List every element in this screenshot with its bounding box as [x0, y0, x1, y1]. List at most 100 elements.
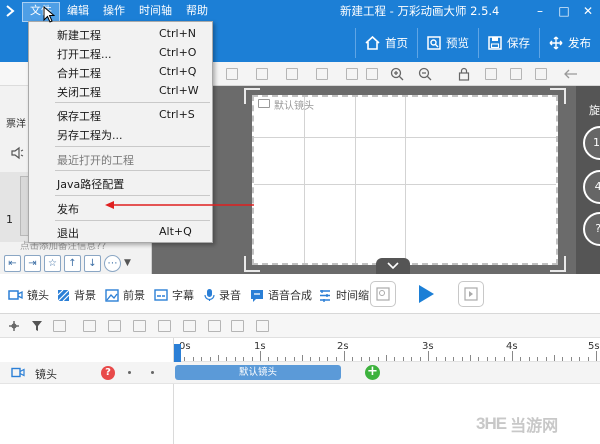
align-bottom-icon[interactable] [316, 68, 328, 80]
close-icon[interactable]: ✕ [576, 0, 600, 22]
background-icon [57, 289, 70, 301]
menu-item-shortcut: Ctrl+S [159, 108, 195, 121]
note-track-icon[interactable] [256, 320, 269, 332]
more-icon[interactable]: ⋯ [104, 254, 121, 272]
scroll-down-icon[interactable]: ▼ [124, 258, 131, 268]
align-top-icon[interactable] [256, 68, 268, 80]
stage-canvas[interactable]: 默认镜头 [152, 86, 600, 274]
prev-frame-icon [376, 287, 390, 301]
home-button[interactable]: 首页 [355, 28, 417, 58]
publish-label: 发布 [568, 36, 591, 50]
ruler-tick [486, 357, 488, 361]
menu-help[interactable]: 帮助 [179, 2, 215, 22]
element-speech-synthesis[interactable]: 语音合成 [250, 287, 312, 303]
paste-icon[interactable] [535, 68, 547, 80]
annotation-arrow [105, 201, 254, 209]
scene-insert-icon[interactable]: ⇤ [4, 254, 21, 272]
lock-icon[interactable] [458, 67, 470, 81]
element-record[interactable]: 录音 [204, 287, 241, 303]
frame-corner [550, 88, 566, 104]
menu-item-recent-projects[interactable]: 最近打开的工程 [29, 150, 212, 168]
preview-button[interactable]: 预览 [417, 28, 478, 58]
prev-frame-button[interactable] [370, 281, 396, 307]
undo-icon[interactable] [564, 67, 578, 81]
microphone-icon [204, 289, 215, 301]
playhead[interactable] [174, 344, 181, 362]
distribute-v-icon[interactable] [366, 68, 378, 80]
ruler-tick [461, 357, 463, 361]
minimize-icon[interactable]: – [528, 0, 552, 22]
element-subtitle[interactable]: 字幕 [154, 287, 194, 303]
menu-item-label: 打开工程... [57, 48, 112, 61]
next-frame-button[interactable] [458, 281, 484, 307]
ruler-tick [360, 357, 362, 361]
menu-item-label: Java路径配置 [57, 178, 125, 191]
element-time-scale-label: 时间缩 [336, 289, 369, 302]
move-down-icon[interactable]: ↓ [84, 254, 101, 272]
star-icon[interactable]: ☆ [44, 254, 61, 272]
save-button[interactable]: 保存 [478, 28, 539, 58]
ruler-tick [352, 357, 354, 361]
help-icon[interactable]: ? [101, 366, 115, 380]
home-icon [365, 36, 380, 50]
distribute-h-icon[interactable] [346, 68, 358, 80]
timeline-ruler[interactable]: 0s 1s 2s 3s 4s 5s [174, 338, 600, 362]
lock-dot-icon[interactable] [151, 371, 154, 374]
add-clip-icon[interactable]: + [365, 365, 380, 380]
ruler-tick [201, 357, 203, 361]
play-button[interactable] [408, 278, 444, 310]
element-time-scale[interactable]: 时间缩 [318, 287, 369, 303]
zoom-in-icon[interactable] [390, 67, 404, 81]
move-up-icon[interactable]: ↑ [64, 254, 81, 272]
align-bottom-track-icon[interactable] [183, 320, 196, 332]
distribute-track-icon[interactable] [208, 320, 221, 332]
scene-panel-actions: ⇤ ⇥ ☆ ↑ ↓ ⋯ ▼ [0, 252, 152, 274]
menu-item-java-path[interactable]: Java路径配置 [29, 174, 212, 192]
watermark-logo: 3HE [476, 414, 507, 433]
select-icon[interactable] [53, 320, 66, 332]
publish-button[interactable]: 发布 [539, 28, 600, 58]
menu-item-save-as[interactable]: 另存工程为... [29, 125, 212, 143]
element-foreground[interactable]: 前景 [105, 287, 145, 303]
element-camera[interactable]: 镜头 [8, 287, 49, 303]
ruler-tick [260, 351, 261, 361]
scene-export-icon[interactable]: ⇥ [24, 254, 41, 272]
subtitle-icon [154, 289, 168, 301]
menu-item-merge-project[interactable]: 合并工程 Ctrl+Q [29, 63, 212, 81]
collapse-panel-button[interactable] [376, 258, 410, 274]
align-top-track-icon[interactable] [158, 320, 171, 332]
ruler-tick [419, 357, 421, 361]
align-center-track-icon[interactable] [108, 320, 121, 332]
ruler-tick [192, 357, 194, 361]
align-middle-icon[interactable] [286, 68, 298, 80]
element-background[interactable]: 背景 [57, 287, 96, 303]
stretch-track-icon[interactable] [231, 320, 244, 332]
menu-timeline[interactable]: 时间轴 [132, 2, 179, 22]
align-left-track-icon[interactable] [83, 320, 96, 332]
align-right-track-icon[interactable] [133, 320, 146, 332]
speaker-icon[interactable] [10, 146, 28, 160]
menu-item-exit[interactable]: 退出 Alt+Q [29, 223, 212, 241]
align-right-icon[interactable] [226, 68, 238, 80]
camera-frame[interactable] [252, 95, 558, 265]
menu-item-close-project[interactable]: 关闭工程 Ctrl+W [29, 82, 212, 100]
menu-operate[interactable]: 操作 [96, 2, 132, 22]
menu-item-new-project[interactable]: 新建工程 Ctrl+N [29, 25, 212, 43]
menu-separator [55, 220, 210, 221]
time-scale-icon [320, 289, 330, 302]
filter-icon[interactable] [31, 320, 43, 332]
camera-clip[interactable]: 默认镜头 [175, 365, 341, 380]
menu-item-save-project[interactable]: 保存工程 Ctrl+S [29, 106, 212, 124]
snap-icon[interactable] [8, 320, 20, 332]
watermark-text: 当游网 [510, 418, 559, 435]
menu-item-open-project[interactable]: 打开工程... Ctrl+O [29, 44, 212, 62]
visibility-dot-icon[interactable] [128, 371, 131, 374]
maximize-icon[interactable]: □ [552, 0, 576, 22]
ruler-tick [596, 351, 597, 361]
ruler-tick [512, 351, 513, 361]
copy-icon[interactable] [510, 68, 522, 80]
element-foreground-label: 前景 [123, 289, 145, 302]
group-icon[interactable] [485, 68, 497, 80]
menu-edit[interactable]: 编辑 [60, 2, 96, 22]
zoom-out-icon[interactable] [418, 67, 432, 81]
